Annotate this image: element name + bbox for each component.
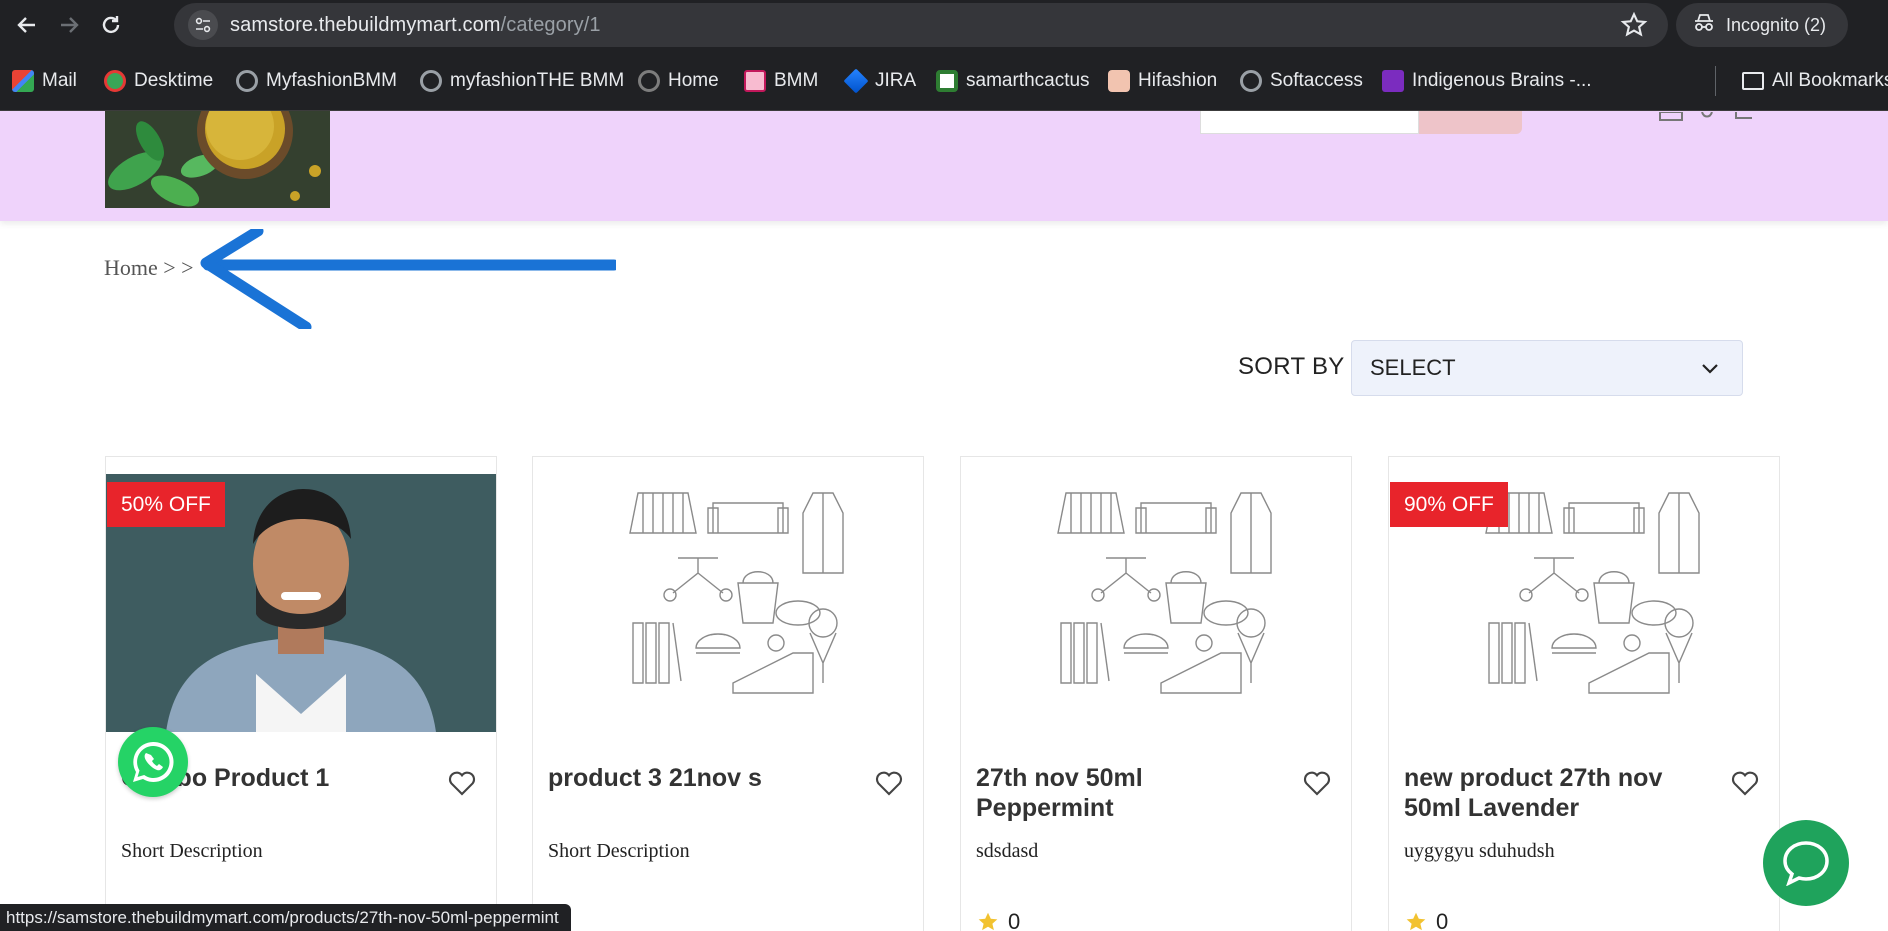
- bookmark-softaccess[interactable]: Softaccess: [1240, 68, 1363, 94]
- header-banner-image: [105, 111, 330, 208]
- page-viewport: Home > > SORT BY SELECT 50% OFF Combo Pr…: [0, 111, 1888, 931]
- url-text: samstore.thebuildmymart.com/category/1: [230, 14, 601, 37]
- cactus-icon: [936, 70, 958, 92]
- bookmark-mail[interactable]: Mail: [12, 68, 77, 94]
- product-title[interactable]: new product 27th nov 50ml Lavender: [1404, 763, 1704, 823]
- incognito-indicator[interactable]: Incognito (2): [1676, 3, 1848, 47]
- all-bookmarks[interactable]: All Bookmarks: [1742, 68, 1888, 94]
- discount-badge: 90% OFF: [1390, 482, 1508, 527]
- globe-icon: [236, 70, 258, 92]
- whatsapp-icon: [133, 741, 174, 782]
- bookmark-star-icon[interactable]: [1620, 11, 1648, 39]
- browser-status-bar: https://samstore.thebuildmymart.com/prod…: [0, 904, 571, 931]
- product-title[interactable]: 27th nov 50ml Peppermint: [976, 763, 1276, 823]
- globe-icon: [1240, 70, 1262, 92]
- product-title[interactable]: product 3 21nov s: [548, 763, 848, 793]
- product-card[interactable]: 90% OFF new product 27th nov 50ml Lavend…: [1388, 456, 1780, 931]
- bmm-icon: [744, 70, 766, 92]
- incognito-label: Incognito (2): [1726, 14, 1827, 35]
- address-bar[interactable]: samstore.thebuildmymart.com/category/1: [174, 3, 1668, 47]
- incognito-icon: [1692, 12, 1716, 39]
- star-icon: [978, 912, 998, 931]
- product-description: Short Description: [548, 840, 690, 862]
- star-icon: [1406, 912, 1426, 931]
- bookmarks-separator: [1715, 66, 1716, 96]
- url-host: samstore.thebuildmymart.com: [230, 13, 501, 36]
- forward-icon[interactable]: [48, 4, 90, 46]
- chevron-down-icon: [1702, 364, 1718, 374]
- discount-badge: 50% OFF: [107, 482, 225, 527]
- sort-select[interactable]: SELECT: [1351, 340, 1743, 396]
- site-info-icon[interactable]: [188, 10, 218, 40]
- product-card[interactable]: product 3 21nov s Short Description: [532, 456, 924, 931]
- rating-value: 0: [1008, 909, 1021, 931]
- rating-value: 0: [1436, 909, 1449, 931]
- bookmark-hifashion[interactable]: Hifashion: [1108, 68, 1217, 94]
- product-description: Short Description: [121, 840, 263, 862]
- annotation-arrow: [200, 229, 616, 329]
- wishlist-heart-icon[interactable]: [873, 767, 905, 797]
- breadcrumb[interactable]: Home > >: [104, 255, 194, 281]
- bookmark-samarthcactus[interactable]: samarthcactus: [936, 68, 1090, 94]
- header-search-button[interactable]: [1419, 111, 1522, 134]
- indigenous-icon: [1382, 70, 1404, 92]
- whatsapp-button[interactable]: [118, 727, 188, 797]
- bookmark-home[interactable]: Home: [638, 68, 719, 94]
- bookmark-desktime[interactable]: Desktime: [104, 68, 213, 94]
- url-path: /category/1: [500, 13, 601, 36]
- bookmark-jira[interactable]: JIRA: [843, 68, 916, 94]
- product-card[interactable]: 50% OFF Combo Product 1 Short Descriptio…: [105, 456, 497, 931]
- sort-selected-value: SELECT: [1370, 355, 1456, 380]
- reload-icon[interactable]: [90, 4, 132, 46]
- product-card[interactable]: 27th nov 50ml Peppermint sdsdasd 0: [960, 456, 1352, 931]
- back-icon[interactable]: [6, 4, 48, 46]
- globe-icon: [638, 70, 660, 92]
- site-header: [0, 111, 1888, 221]
- product-image[interactable]: [961, 474, 1351, 732]
- bookmark-bmm[interactable]: BMM: [744, 68, 818, 94]
- product-image[interactable]: [533, 474, 923, 732]
- sort-by-label: SORT BY: [1238, 353, 1345, 380]
- gmail-icon: [12, 70, 34, 92]
- header-search-input[interactable]: [1200, 111, 1419, 134]
- folder-icon: [1742, 72, 1764, 90]
- desktime-icon: [104, 70, 126, 92]
- chat-bubble-icon: [1783, 841, 1829, 886]
- product-description: sdsdasd: [976, 840, 1039, 862]
- bookmark-myfashionbmm[interactable]: MyfashionBMM: [236, 68, 397, 94]
- wishlist-heart-icon[interactable]: [1301, 767, 1333, 797]
- product-description: uygygyu sduhudsh: [1404, 840, 1555, 862]
- bookmark-myfashionthebmm[interactable]: myfashionTHE BMM: [420, 68, 624, 94]
- header-icons: [1656, 111, 1756, 123]
- chat-widget-button[interactable]: [1763, 820, 1849, 906]
- wishlist-heart-icon[interactable]: [1729, 767, 1761, 797]
- jira-icon: [843, 68, 869, 94]
- product-rating: 0: [976, 909, 1020, 931]
- wishlist-heart-icon[interactable]: [446, 767, 478, 797]
- bookmarks-bar: Mail Desktime MyfashionBMM myfashionTHE …: [0, 50, 1888, 111]
- hifashion-icon: [1108, 70, 1130, 92]
- globe-icon: [420, 70, 442, 92]
- bookmark-indigenous-brains[interactable]: Indigenous Brains -...: [1382, 68, 1592, 94]
- product-rating: 0: [1404, 909, 1448, 931]
